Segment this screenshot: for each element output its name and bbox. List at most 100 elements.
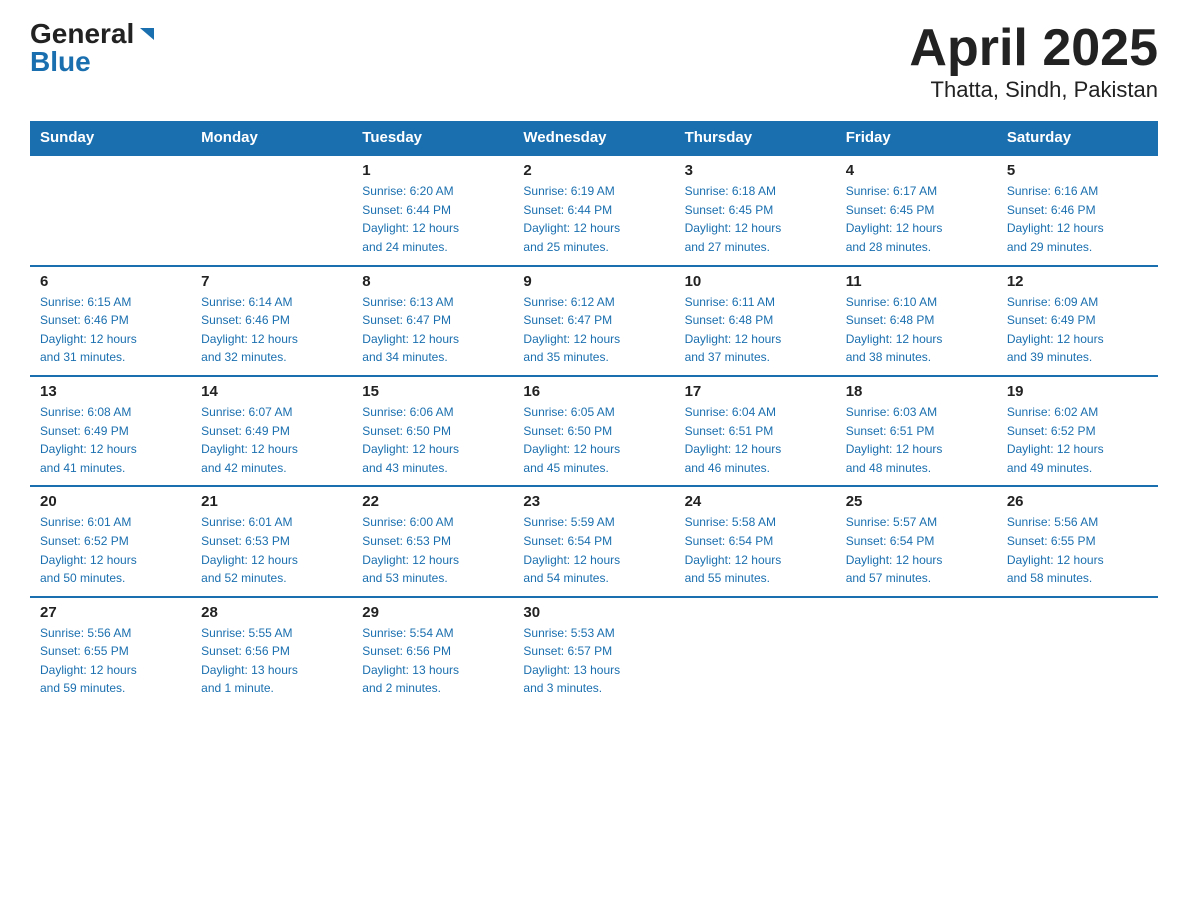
day-info: Sunrise: 5:53 AM Sunset: 6:57 PM Dayligh… — [523, 624, 664, 698]
calendar-cell — [191, 155, 352, 265]
day-number: 17 — [685, 383, 826, 400]
day-info: Sunrise: 6:09 AM Sunset: 6:49 PM Dayligh… — [1007, 293, 1148, 367]
calendar-week-row: 27 Sunrise: 5:56 AM Sunset: 6:55 PM Dayli… — [30, 597, 1158, 706]
calendar-cell: 14 Sunrise: 6:07 AM Sunset: 6:49 PM Dayli… — [191, 376, 352, 486]
calendar-cell: 6Sunrise: 6:15 AM Sunset: 6:46 PM Daylig… — [30, 266, 191, 376]
calendar-cell: 27 Sunrise: 5:56 AM Sunset: 6:55 PM Dayli… — [30, 597, 191, 706]
calendar-week-row: 1 Sunrise: 6:20 AM Sunset: 6:44 PM Daylig… — [30, 155, 1158, 265]
day-number: 5 — [1007, 162, 1148, 179]
title-block: April 2025 Thatta, Sindh, Pakistan — [909, 20, 1158, 103]
day-info: Sunrise: 6:20 AM Sunset: 6:44 PM Dayligh… — [362, 182, 503, 256]
calendar-cell: 10Sunrise: 6:11 AM Sunset: 6:48 PM Dayli… — [675, 266, 836, 376]
calendar-cell: 18Sunrise: 6:03 AM Sunset: 6:51 PM Dayli… — [836, 376, 997, 486]
day-info: Sunrise: 6:07 AM Sunset: 6:49 PM Dayligh… — [201, 403, 342, 477]
calendar-cell: 5 Sunrise: 6:16 AM Sunset: 6:46 PM Daylig… — [997, 155, 1158, 265]
day-info: Sunrise: 6:05 AM Sunset: 6:50 PM Dayligh… — [523, 403, 664, 477]
logo-general-text: General — [30, 20, 134, 48]
day-info: Sunrise: 5:56 AM Sunset: 6:55 PM Dayligh… — [1007, 513, 1148, 587]
weekday-header-friday: Friday — [836, 121, 997, 155]
day-number: 8 — [362, 273, 503, 290]
day-number: 23 — [523, 493, 664, 510]
day-number: 25 — [846, 493, 987, 510]
day-number: 27 — [40, 604, 181, 621]
weekday-header-wednesday: Wednesday — [513, 121, 674, 155]
day-info: Sunrise: 6:08 AM Sunset: 6:49 PM Dayligh… — [40, 403, 181, 477]
day-number: 24 — [685, 493, 826, 510]
day-number: 16 — [523, 383, 664, 400]
day-number: 12 — [1007, 273, 1148, 290]
weekday-header-saturday: Saturday — [997, 121, 1158, 155]
day-info: Sunrise: 6:19 AM Sunset: 6:44 PM Dayligh… — [523, 182, 664, 256]
calendar-cell: 12 Sunrise: 6:09 AM Sunset: 6:49 PM Dayli… — [997, 266, 1158, 376]
day-number: 11 — [846, 273, 987, 290]
calendar-cell: 19Sunrise: 6:02 AM Sunset: 6:52 PM Dayli… — [997, 376, 1158, 486]
calendar-cell: 1 Sunrise: 6:20 AM Sunset: 6:44 PM Daylig… — [352, 155, 513, 265]
calendar-week-row: 13 Sunrise: 6:08 AM Sunset: 6:49 PM Dayli… — [30, 376, 1158, 486]
logo-arrow-icon — [136, 24, 158, 46]
calendar-cell: 9 Sunrise: 6:12 AM Sunset: 6:47 PM Daylig… — [513, 266, 674, 376]
day-info: Sunrise: 6:12 AM Sunset: 6:47 PM Dayligh… — [523, 293, 664, 367]
day-info: Sunrise: 6:14 AM Sunset: 6:46 PM Dayligh… — [201, 293, 342, 367]
calendar-cell: 21 Sunrise: 6:01 AM Sunset: 6:53 PM Dayli… — [191, 486, 352, 596]
calendar-cell: 25 Sunrise: 5:57 AM Sunset: 6:54 PM Dayli… — [836, 486, 997, 596]
day-number: 15 — [362, 383, 503, 400]
calendar-cell: 15 Sunrise: 6:06 AM Sunset: 6:50 PM Dayli… — [352, 376, 513, 486]
page-header: General Blue April 2025 Thatta, Sindh, P… — [30, 20, 1158, 103]
day-number: 19 — [1007, 383, 1148, 400]
day-number: 21 — [201, 493, 342, 510]
day-info: Sunrise: 5:58 AM Sunset: 6:54 PM Dayligh… — [685, 513, 826, 587]
calendar-title: April 2025 — [909, 20, 1158, 77]
day-info: Sunrise: 6:01 AM Sunset: 6:53 PM Dayligh… — [201, 513, 342, 587]
calendar-cell: 20 Sunrise: 6:01 AM Sunset: 6:52 PM Dayli… — [30, 486, 191, 596]
day-number: 14 — [201, 383, 342, 400]
day-number: 28 — [201, 604, 342, 621]
calendar-week-row: 6Sunrise: 6:15 AM Sunset: 6:46 PM Daylig… — [30, 266, 1158, 376]
day-number: 13 — [40, 383, 181, 400]
logo-blue-text: Blue — [30, 48, 91, 76]
calendar-cell: 30 Sunrise: 5:53 AM Sunset: 6:57 PM Dayli… — [513, 597, 674, 706]
calendar-cell — [30, 155, 191, 265]
day-info: Sunrise: 5:57 AM Sunset: 6:54 PM Dayligh… — [846, 513, 987, 587]
day-info: Sunrise: 6:01 AM Sunset: 6:52 PM Dayligh… — [40, 513, 181, 587]
weekday-header-tuesday: Tuesday — [352, 121, 513, 155]
day-info: Sunrise: 6:06 AM Sunset: 6:50 PM Dayligh… — [362, 403, 503, 477]
day-number: 4 — [846, 162, 987, 179]
day-info: Sunrise: 6:16 AM Sunset: 6:46 PM Dayligh… — [1007, 182, 1148, 256]
calendar-cell: 28 Sunrise: 5:55 AM Sunset: 6:56 PM Dayli… — [191, 597, 352, 706]
logo: General Blue — [30, 20, 158, 76]
day-number: 6 — [40, 273, 181, 290]
day-number: 30 — [523, 604, 664, 621]
calendar-cell: 29Sunrise: 5:54 AM Sunset: 6:56 PM Dayli… — [352, 597, 513, 706]
day-number: 29 — [362, 604, 503, 621]
day-number: 9 — [523, 273, 664, 290]
day-info: Sunrise: 6:03 AM Sunset: 6:51 PM Dayligh… — [846, 403, 987, 477]
calendar-cell: 23Sunrise: 5:59 AM Sunset: 6:54 PM Dayli… — [513, 486, 674, 596]
day-info: Sunrise: 6:11 AM Sunset: 6:48 PM Dayligh… — [685, 293, 826, 367]
calendar-cell: 8Sunrise: 6:13 AM Sunset: 6:47 PM Daylig… — [352, 266, 513, 376]
calendar-cell: 2Sunrise: 6:19 AM Sunset: 6:44 PM Daylig… — [513, 155, 674, 265]
day-info: Sunrise: 6:18 AM Sunset: 6:45 PM Dayligh… — [685, 182, 826, 256]
calendar-location: Thatta, Sindh, Pakistan — [909, 77, 1158, 103]
calendar-cell — [675, 597, 836, 706]
calendar-cell: 13 Sunrise: 6:08 AM Sunset: 6:49 PM Dayli… — [30, 376, 191, 486]
day-number: 1 — [362, 162, 503, 179]
calendar-cell: 16 Sunrise: 6:05 AM Sunset: 6:50 PM Dayli… — [513, 376, 674, 486]
calendar-cell — [836, 597, 997, 706]
day-info: Sunrise: 5:55 AM Sunset: 6:56 PM Dayligh… — [201, 624, 342, 698]
calendar-cell: 3 Sunrise: 6:18 AM Sunset: 6:45 PM Daylig… — [675, 155, 836, 265]
day-info: Sunrise: 6:17 AM Sunset: 6:45 PM Dayligh… — [846, 182, 987, 256]
day-number: 20 — [40, 493, 181, 510]
weekday-header-sunday: Sunday — [30, 121, 191, 155]
calendar-cell: 7Sunrise: 6:14 AM Sunset: 6:46 PM Daylig… — [191, 266, 352, 376]
calendar-cell: 22Sunrise: 6:00 AM Sunset: 6:53 PM Dayli… — [352, 486, 513, 596]
calendar-table: SundayMondayTuesdayWednesdayThursdayFrid… — [30, 121, 1158, 706]
calendar-header-row: SundayMondayTuesdayWednesdayThursdayFrid… — [30, 121, 1158, 155]
calendar-cell: 11 Sunrise: 6:10 AM Sunset: 6:48 PM Dayli… — [836, 266, 997, 376]
day-number: 3 — [685, 162, 826, 179]
calendar-cell — [997, 597, 1158, 706]
calendar-cell: 17Sunrise: 6:04 AM Sunset: 6:51 PM Dayli… — [675, 376, 836, 486]
day-number: 26 — [1007, 493, 1148, 510]
day-info: Sunrise: 6:10 AM Sunset: 6:48 PM Dayligh… — [846, 293, 987, 367]
calendar-cell: 26 Sunrise: 5:56 AM Sunset: 6:55 PM Dayli… — [997, 486, 1158, 596]
day-info: Sunrise: 5:56 AM Sunset: 6:55 PM Dayligh… — [40, 624, 181, 698]
